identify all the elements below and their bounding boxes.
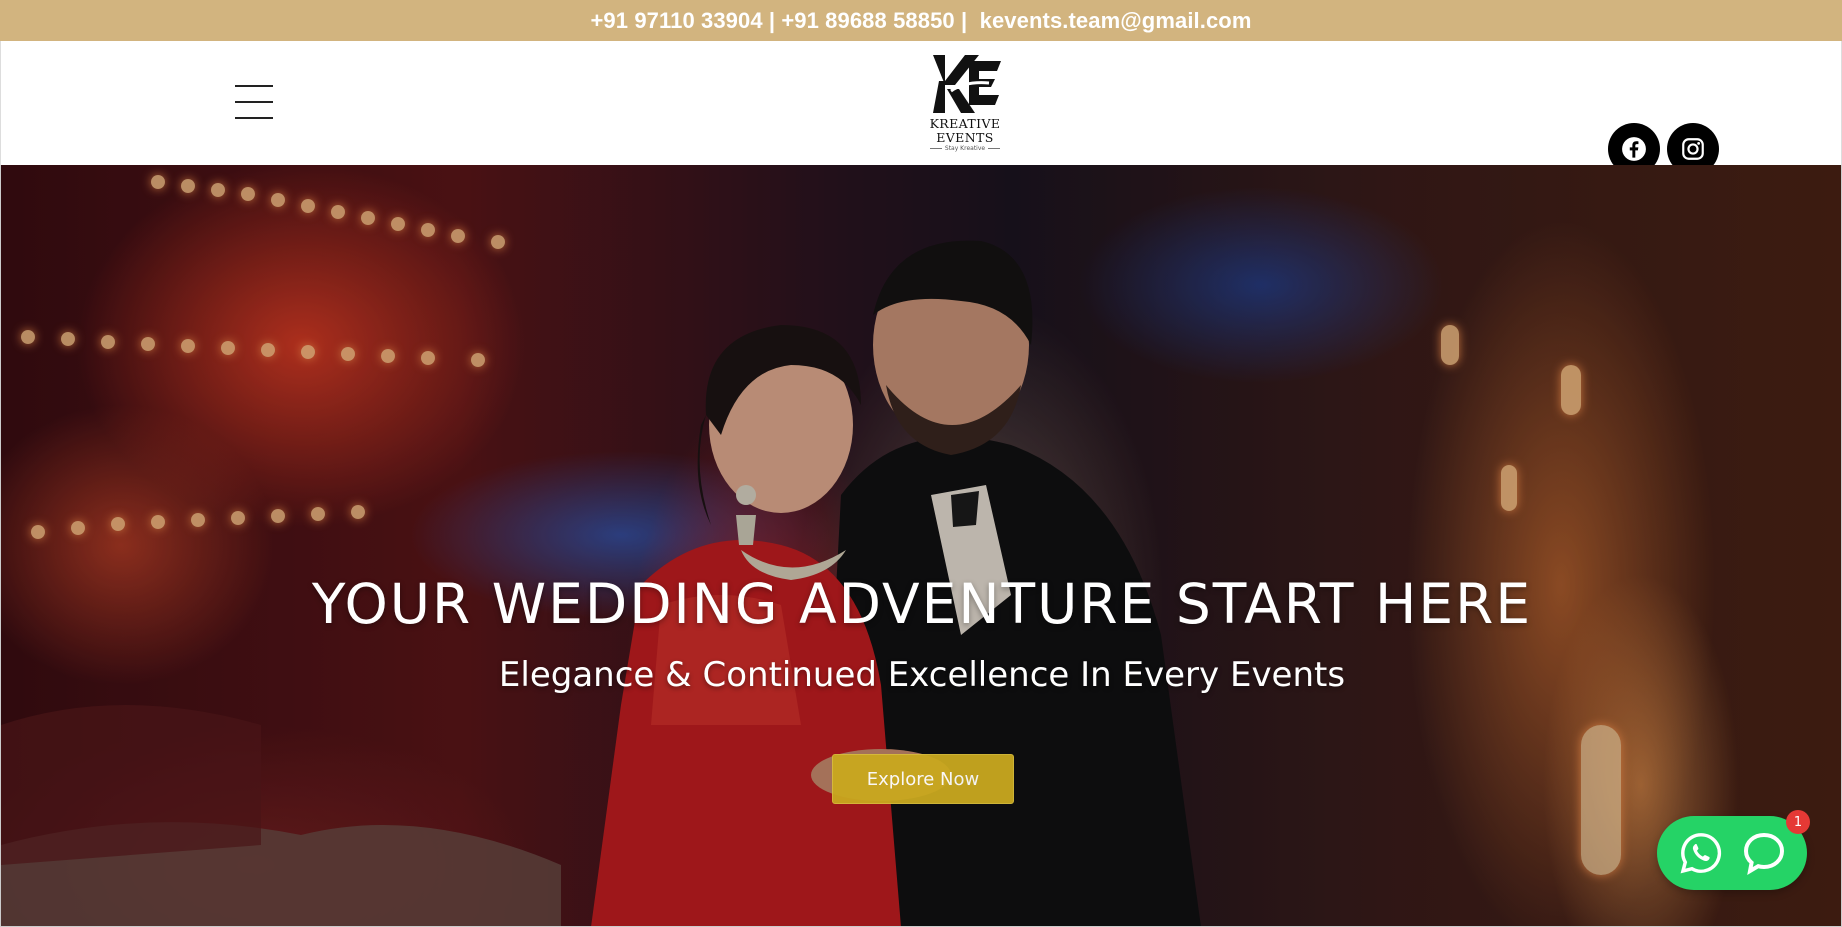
explore-now-button[interactable]: Explore Now <box>832 754 1014 804</box>
hero-title: YOUR WEDDING ADVENTURE START HERE <box>311 572 1533 636</box>
chat-widget <box>1657 816 1807 890</box>
notification-badge: 1 <box>1786 810 1810 834</box>
hamburger-menu-icon[interactable] <box>235 85 273 119</box>
ke-logo-mark-icon <box>933 55 1001 113</box>
hero-overlay <box>1 165 1841 926</box>
contact-info[interactable]: +91 97110 33904 | +91 89688 58850 | keve… <box>590 8 1251 34</box>
page: +91 97110 33904 | +91 89688 58850 | keve… <box>0 0 1842 927</box>
brand-logo[interactable]: KREATIVE EVENTS Stay Kreative <box>901 51 1029 153</box>
site-header: KREATIVE EVENTS Stay Kreative <box>0 41 1842 175</box>
chat-bubble-icon[interactable] <box>1738 827 1790 879</box>
hero-section: YOUR WEDDING ADVENTURE START HERE Elegan… <box>0 165 1842 927</box>
logo-name: KREATIVE EVENTS <box>929 116 1001 145</box>
whatsapp-icon[interactable] <box>1675 827 1727 879</box>
contact-bar: +91 97110 33904 | +91 89688 58850 | keve… <box>0 0 1842 41</box>
hero-subtitle: Elegance & Continued Excellence In Every… <box>498 655 1346 695</box>
logo-tagline: Stay Kreative <box>901 145 1029 153</box>
